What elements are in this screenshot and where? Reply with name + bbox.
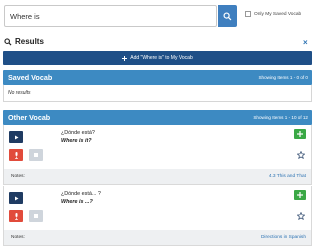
microphone-icon [14, 151, 18, 159]
other-vocab-header: Other Vocab Showing Items 1 - 10 of 12 [3, 110, 312, 125]
microphone-icon [14, 212, 18, 220]
no-results-text: No results [8, 90, 31, 96]
play-button[interactable] [9, 131, 23, 143]
only-saved-checkbox[interactable] [245, 11, 251, 17]
stop-icon [34, 153, 38, 157]
saved-vocab-header: Saved Vocab Showing Items 1 - 0 of 0 [3, 70, 312, 85]
results-title: Results [15, 37, 44, 46]
stop-icon [34, 214, 38, 218]
search-row: Only My Saved Vocab [4, 5, 311, 27]
source-link[interactable]: 4.3 This and That [269, 174, 306, 179]
search-icon [4, 37, 12, 45]
star-icon[interactable] [297, 212, 305, 220]
other-vocab-count: Showing Items 1 - 10 of 12 [253, 115, 308, 120]
plus-icon [297, 192, 303, 198]
vocab-item: ¿Dónde está? Where is it? Notes: 4.3 Thi… [3, 125, 312, 185]
only-saved-toggle[interactable]: Only My Saved Vocab [245, 11, 301, 17]
add-item-button[interactable] [294, 190, 306, 200]
notes-label: Notes: [11, 235, 25, 240]
plus-icon [122, 55, 128, 61]
search-icon [223, 11, 232, 20]
notes-bar: Notes: 4.3 This and That [4, 169, 311, 184]
stop-button[interactable] [29, 210, 43, 222]
add-to-vocab-button[interactable]: Add "Where is" to My Vocab [3, 51, 312, 65]
vocab-item: ¿Dónde está... ? Where is ...? Notes: Di… [3, 186, 312, 246]
close-results-button[interactable]: × [303, 38, 308, 47]
plus-icon [297, 131, 303, 137]
star-icon[interactable] [297, 151, 305, 159]
spanish-phrase: ¿Dónde está? [61, 130, 95, 136]
source-link[interactable]: Directions in Spanish [261, 235, 306, 240]
only-saved-label: Only My Saved Vocab [254, 11, 302, 17]
english-translation: Where is ...? [61, 199, 93, 205]
play-icon [14, 135, 18, 139]
english-translation: Where is it? [61, 138, 92, 144]
saved-vocab-title: Saved Vocab [8, 73, 53, 82]
notes-bar: Notes: Directions in Spanish [4, 230, 311, 245]
record-button[interactable] [9, 149, 23, 161]
add-to-vocab-label: Add "Where is" to My Vocab [130, 55, 193, 61]
saved-vocab-empty: No results [3, 85, 312, 102]
stop-button[interactable] [29, 149, 43, 161]
results-heading: Results [4, 37, 44, 46]
record-button[interactable] [9, 210, 23, 222]
search-input[interactable] [4, 5, 217, 27]
other-vocab-title: Other Vocab [8, 113, 51, 122]
spanish-phrase: ¿Dónde está... ? [61, 191, 101, 197]
add-item-button[interactable] [294, 129, 306, 139]
play-icon [14, 196, 18, 200]
notes-label: Notes: [11, 174, 25, 179]
search-button[interactable] [218, 5, 237, 27]
play-button[interactable] [9, 192, 23, 204]
saved-vocab-count: Showing Items 1 - 0 of 0 [258, 75, 308, 80]
